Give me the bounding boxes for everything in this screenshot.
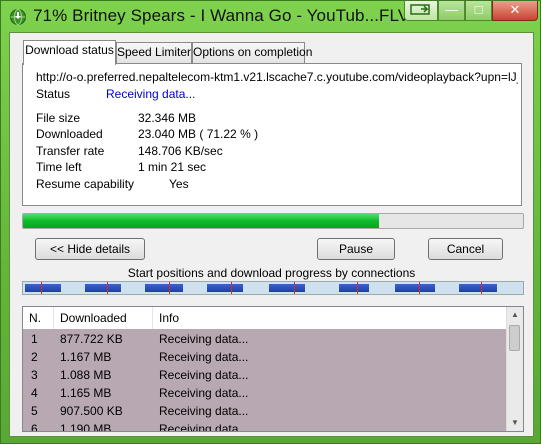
resume-capability-label: Resume capability [36,177,135,191]
download-window: 71% Britney Spears - I Wanna Go - YouTub… [0,0,541,444]
maximize-icon: □ [474,2,483,17]
column-divider[interactable] [152,307,153,329]
connection-marker [294,282,295,294]
tab-speed-limiter[interactable]: Speed Limiter [116,42,192,63]
send-to-tray-button[interactable]: — [438,1,465,21]
close-icon: ✕ [509,2,521,17]
connection-segment [395,284,435,292]
scroll-thumb[interactable] [509,325,520,351]
minimize-icon [405,2,437,19]
row-number: 5 [31,404,38,418]
connection-segment [85,284,121,292]
table-row[interactable]: 3 1.088 MB Receiving data... [23,366,509,384]
row-downloaded: 1.088 MB [60,368,112,382]
close-button[interactable]: ✕ [492,1,538,21]
connection-segment [269,284,305,292]
row-downloaded: 1.165 MB [60,386,112,400]
row-info: Receiving data... [159,404,249,418]
progress-fill [23,214,380,228]
idm-app-icon [10,9,26,25]
tray-icon: — [445,2,458,17]
dialog-client-area: Download status Speed Limiter Options on… [9,32,534,437]
table-row[interactable]: 5 907.500 KB Receiving data... [23,402,509,420]
column-divider[interactable] [53,307,54,329]
row-number: 1 [31,332,38,346]
transfer-rate-label: Transfer rate [36,144,105,158]
list-header: N. Downloaded Info [23,307,509,330]
list-scrollbar[interactable]: ▲ ▼ [506,307,523,431]
row-info: Receiving data... [159,332,249,346]
connection-segment [25,284,61,292]
row-downloaded: 877.722 KB [60,332,123,346]
connection-marker [357,282,358,294]
table-row[interactable]: 1 877.722 KB Receiving data... [23,330,509,348]
table-row[interactable]: 6 1.190 MB Receiving data... [23,420,509,432]
column-header-n[interactable]: N. [29,311,41,325]
minimize-button[interactable] [404,1,438,21]
connection-marker [231,282,232,294]
time-left-label: Time left [36,160,82,174]
row-downloaded: 1.190 MB [60,422,112,432]
connection-segment [145,284,183,292]
tab-options-on-completion[interactable]: Options on completion [192,42,312,63]
connection-marker [481,282,482,294]
downloaded-label: Downloaded [36,127,103,141]
column-header-info[interactable]: Info [159,311,179,325]
connection-segment [339,284,369,292]
scroll-up-arrow-icon[interactable]: ▲ [507,307,523,323]
connection-segment [207,284,243,292]
file-size-value: 32.346 MB [138,111,197,125]
tab-download-status[interactable]: Download status [23,40,116,65]
row-info: Receiving data... [159,350,249,364]
connection-segment [459,284,497,292]
file-size-label: File size [36,111,81,125]
table-row[interactable]: 4 1.165 MB Receiving data... [23,384,509,402]
connection-marker [41,282,42,294]
resume-capability-value: Yes [169,177,189,191]
row-info: Receiving data... [159,422,249,432]
status-label: Status [36,87,71,101]
title-bar[interactable]: 71% Britney Spears - I Wanna Go - YouTub… [1,1,541,33]
connections-caption: Start positions and download progress by… [127,266,416,280]
row-number: 4 [31,386,38,400]
connection-marker [419,282,420,294]
transfer-rate-value: 148.706 KB/sec [138,144,223,158]
download-status-panel: http://o-o.preferred.nepaltelecom-ktm1.v… [22,63,522,206]
cancel-button[interactable]: Cancel [428,238,503,260]
row-info: Receiving data... [159,386,249,400]
row-info: Receiving data... [159,368,249,382]
pause-button[interactable]: Pause [317,238,395,260]
download-url: http://o-o.preferred.nepaltelecom-ktm1.v… [36,70,518,84]
row-downloaded: 1.167 MB [60,350,112,364]
status-value: Receiving data... [106,87,196,101]
connection-marker [107,282,108,294]
connection-marker [169,282,170,294]
list-rows: 1 877.722 KB Receiving data... 2 1.167 M… [23,329,509,432]
row-number: 6 [31,422,38,432]
row-number: 3 [31,368,38,382]
row-number: 2 [31,350,38,364]
maximize-button[interactable]: □ [465,1,492,21]
row-downloaded: 907.500 KB [60,404,123,418]
scroll-down-arrow-icon[interactable]: ▼ [507,415,523,431]
table-row[interactable]: 2 1.167 MB Receiving data... [23,348,509,366]
download-progress-bar [22,213,524,229]
time-left-value: 1 min 21 sec [138,160,207,174]
column-header-downloaded[interactable]: Downloaded [60,311,127,325]
connections-progress-bar [22,281,524,295]
hide-details-button[interactable]: << Hide details [35,238,145,260]
connections-list[interactable]: N. Downloaded Info 1 877.722 KB Receivin… [22,306,524,432]
downloaded-value: 23.040 MB ( 71.22 % ) [138,127,259,141]
window-title: 71% Britney Spears - I Wanna Go - YouTub… [33,6,410,25]
